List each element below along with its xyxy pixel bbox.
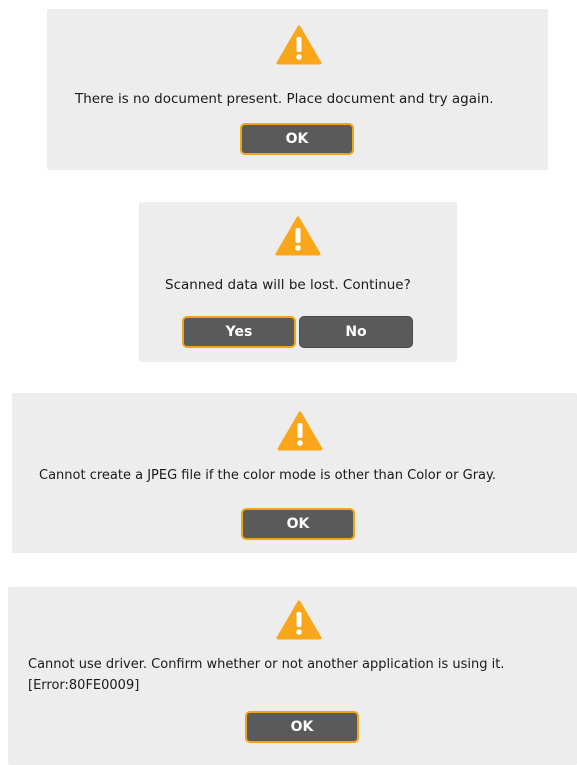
ok-button[interactable]: OK	[241, 508, 355, 540]
no-document-dialog: There is no document present. Place docu…	[47, 9, 548, 170]
confirm-continue-dialog: Scanned data will be lost. Continue? Yes…	[139, 202, 457, 362]
ok-button[interactable]: OK	[245, 711, 359, 743]
warning-icon	[277, 410, 323, 452]
dialog-message: Cannot create a JPEG file if the color m…	[39, 468, 496, 483]
ok-button[interactable]: OK	[240, 123, 354, 155]
yes-button[interactable]: Yes	[182, 316, 296, 348]
warning-icon	[275, 215, 321, 257]
jpeg-color-mode-dialog: Cannot create a JPEG file if the color m…	[12, 393, 577, 553]
warning-icon	[276, 599, 322, 641]
no-button[interactable]: No	[299, 316, 413, 348]
dialog-message: Scanned data will be lost. Continue?	[165, 277, 411, 293]
error-code: [Error:80FE0009]	[28, 678, 140, 693]
driver-in-use-dialog: Cannot use driver. Confirm whether or no…	[8, 587, 577, 765]
dialog-message: There is no document present. Place docu…	[75, 91, 494, 107]
dialog-message: Cannot use driver. Confirm whether or no…	[28, 657, 505, 672]
warning-icon	[276, 24, 322, 66]
